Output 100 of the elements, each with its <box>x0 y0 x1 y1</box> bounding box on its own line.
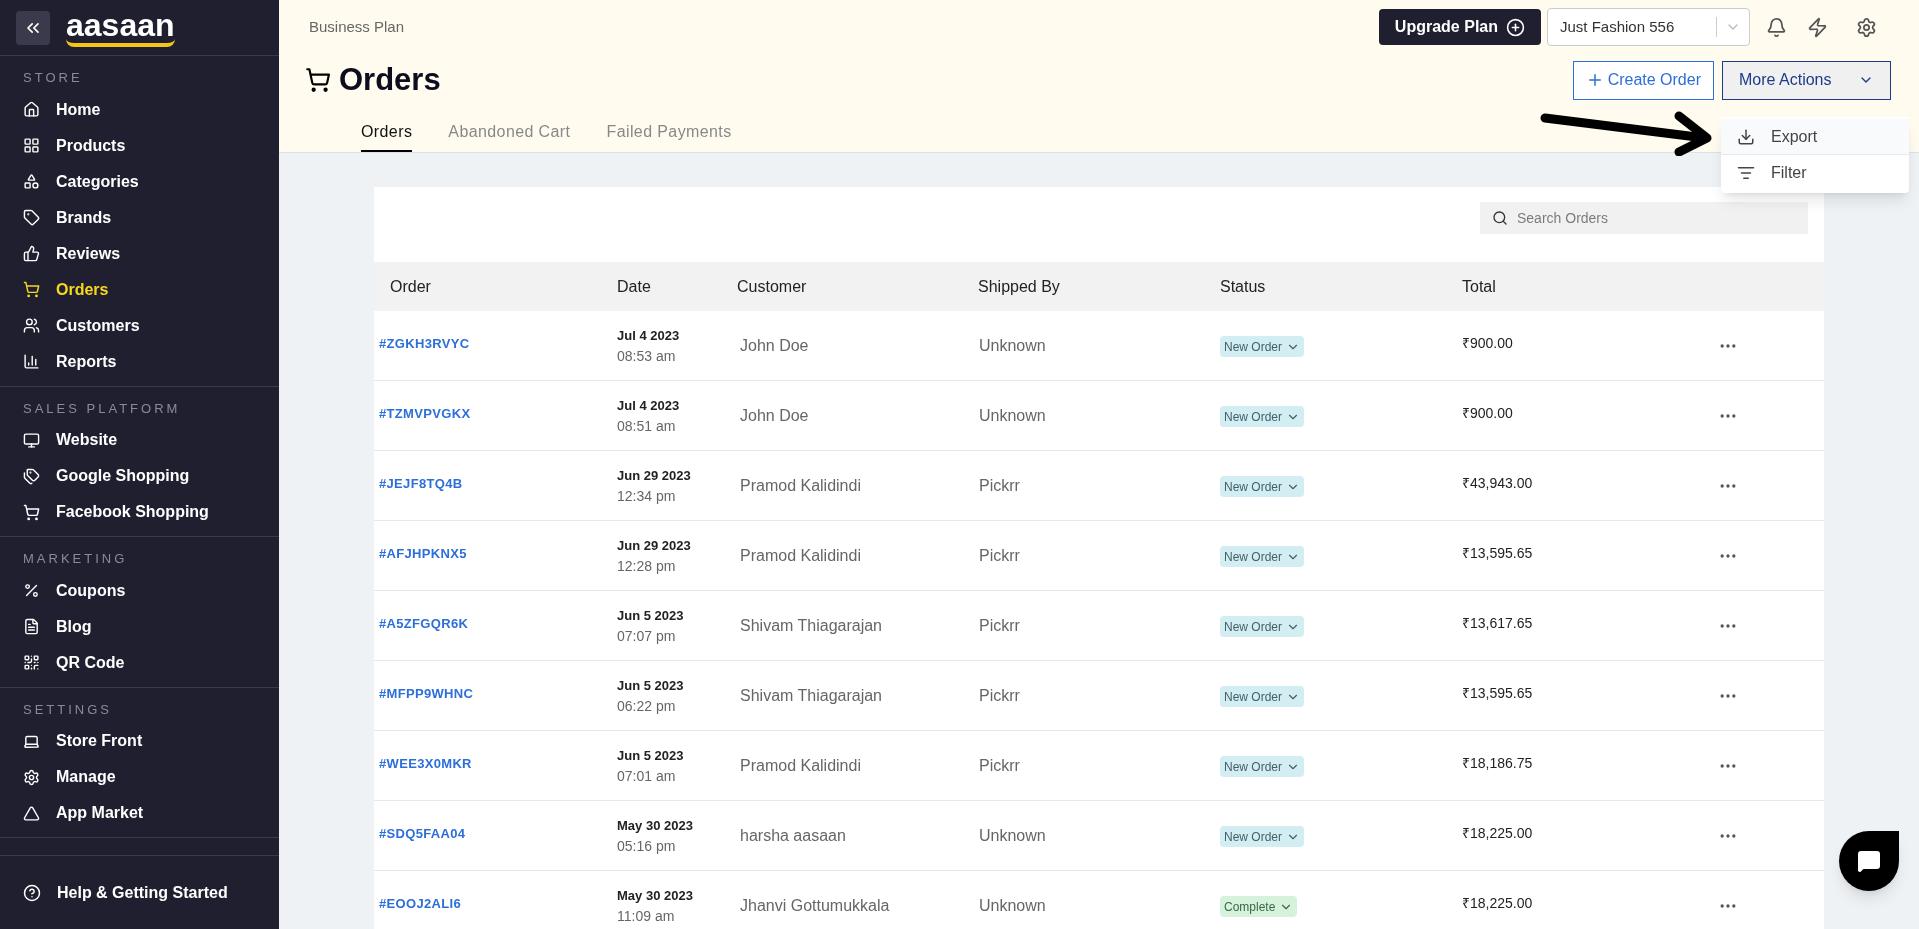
sidebar-item[interactable]: Store Front <box>0 723 279 759</box>
sidebar-item[interactable]: Orders <box>0 271 279 308</box>
sidebar-item[interactable]: Coupons <box>0 572 279 609</box>
customer-cell-text: Jhanvi Gottumukkala <box>739 895 891 916</box>
status-badge[interactable]: New Order <box>1220 686 1304 707</box>
order-link[interactable]: #TZMVPVGKX <box>374 403 617 424</box>
page-title: Orders <box>339 60 441 99</box>
order-link[interactable]: #MFPP9WHNC <box>374 683 617 704</box>
collapse-button[interactable] <box>16 10 50 45</box>
tab[interactable]: Orders <box>361 120 413 152</box>
order-date: Jul 4 2023 <box>617 396 681 415</box>
order-link[interactable]: #SDQ5FAA04 <box>374 823 617 844</box>
nav-icon <box>23 582 40 599</box>
status-badge[interactable]: New Order <box>1220 336 1304 357</box>
order-link[interactable]: #JEJF8TQ4B <box>374 473 617 494</box>
nav-icon <box>23 804 40 822</box>
shipper-cell-text: Pickrr <box>978 475 1021 496</box>
tab[interactable]: Failed Payments <box>606 120 732 152</box>
menu-item[interactable]: Filter <box>1721 155 1909 191</box>
column-header: Status <box>1220 276 1267 297</box>
lightning-icon[interactable] <box>1807 16 1828 38</box>
sidebar-item[interactable]: Manage <box>0 759 279 795</box>
order-date: Jul 4 2023 <box>617 326 681 345</box>
customer-cell-text: Pramod Kalidindi <box>739 475 862 496</box>
sidebar-item[interactable]: Home <box>0 91 279 128</box>
nav-icon <box>23 101 40 118</box>
sidebar-item[interactable]: Website <box>0 422 279 458</box>
sidebar-item[interactable]: Reports <box>0 343 279 380</box>
sidebar-item[interactable]: Blog <box>0 608 279 645</box>
sidebar-item[interactable]: Reviews <box>0 235 279 272</box>
nav-icon <box>23 209 40 226</box>
shipper-cell-text: Unknown <box>978 825 1047 846</box>
total-cell-text: ₹900.00 <box>1462 334 1514 353</box>
plan-label: Business Plan <box>309 16 405 37</box>
help-icon <box>23 883 41 902</box>
customer-cell-text: Shivam Thiagarajan <box>739 685 883 706</box>
status-badge[interactable]: New Order <box>1220 546 1304 567</box>
menu-item[interactable]: Export <box>1721 119 1909 155</box>
total-cell-text: ₹13,595.65 <box>1462 684 1534 703</box>
help-link[interactable]: Help & Getting Started <box>57 880 228 905</box>
sidebar-item[interactable]: Customers <box>0 307 279 344</box>
sidebar-item[interactable]: App Market <box>0 795 279 831</box>
status-badge[interactable]: Complete <box>1220 896 1298 917</box>
order-date: Jun 5 2023 <box>617 606 685 625</box>
settings-icon[interactable] <box>1856 16 1877 38</box>
order-link[interactable]: #A5ZFGQR6K <box>374 613 617 634</box>
section-heading: MARKETING <box>22 550 129 568</box>
order-link[interactable]: #EOOJ2ALI6 <box>374 893 617 914</box>
order-link[interactable]: #ZGKH3RVYC <box>374 333 617 354</box>
filter-icon <box>1737 164 1755 182</box>
tab[interactable]: Abandoned Cart <box>448 120 571 152</box>
order-time: 07:07 pm <box>617 626 677 646</box>
status-badge[interactable]: New Order <box>1220 616 1304 637</box>
shipper-cell-text: Pickrr <box>978 545 1021 566</box>
logo: aasaan <box>66 8 175 47</box>
status-badge[interactable]: New Order <box>1220 756 1304 777</box>
nav-icon <box>23 353 40 370</box>
order-time: 11:09 am <box>617 906 676 926</box>
customer-cell-text: Shivam Thiagarajan <box>739 615 883 636</box>
create-order-button[interactable]: Create Order <box>1572 60 1714 100</box>
order-link[interactable]: #WEE3X0MKR <box>374 753 617 774</box>
order-date: Jun 5 2023 <box>617 746 685 765</box>
sidebar-item[interactable]: Facebook Shopping <box>0 494 279 530</box>
total-cell-text: ₹13,595.65 <box>1462 544 1534 563</box>
customer-cell-text: John Doe <box>739 335 810 356</box>
column-header: Order <box>389 276 432 297</box>
shipper-cell-text: Unknown <box>978 335 1047 356</box>
more-actions-button[interactable]: More Actions <box>1722 60 1891 100</box>
sidebar-item[interactable]: Categories <box>0 163 279 200</box>
search-field[interactable]: Search Orders <box>1480 202 1808 234</box>
section-heading: SETTINGS <box>22 700 113 719</box>
nav-icon <box>23 618 40 635</box>
status-badge[interactable]: New Order <box>1220 476 1304 497</box>
bell-icon[interactable] <box>1766 16 1787 38</box>
sidebar-item[interactable]: Google Shopping <box>0 458 279 494</box>
shipper-cell-text: Pickrr <box>978 755 1021 776</box>
order-date: Jun 5 2023 <box>617 676 685 695</box>
nav-icon <box>23 317 40 334</box>
upgrade-button[interactable]: Upgrade Plan <box>1378 9 1541 45</box>
customer-cell-text: harsha aasaan <box>739 825 847 846</box>
total-cell-text: ₹43,943.00 <box>1462 474 1534 493</box>
section-heading: SALES PLATFORM <box>22 399 182 418</box>
column-header: Shipped By <box>978 276 1061 297</box>
status-badge[interactable]: New Order <box>1220 826 1304 847</box>
section-heading: STORE <box>22 69 84 87</box>
sidebar-item[interactable]: Products <box>0 127 279 164</box>
shipper-cell-text: Pickrr <box>978 685 1021 706</box>
nav-icon <box>23 467 40 485</box>
store-select[interactable]: Just Fashion 556 <box>1547 8 1750 46</box>
order-link[interactable]: #AFJHPKNX5 <box>374 543 617 564</box>
plus-circle-icon <box>1506 17 1525 37</box>
status-badge[interactable]: New Order <box>1220 406 1304 427</box>
sidebar-item[interactable]: QR Code <box>0 644 279 681</box>
nav-icon <box>23 654 40 671</box>
total-cell-text: ₹900.00 <box>1462 404 1514 423</box>
chat-button[interactable] <box>1839 831 1899 891</box>
total-cell-text: ₹13,617.65 <box>1462 614 1534 633</box>
total-cell-text: ₹18,225.00 <box>1462 824 1534 843</box>
sidebar-item[interactable]: Brands <box>0 199 279 236</box>
cart-icon <box>305 67 331 93</box>
